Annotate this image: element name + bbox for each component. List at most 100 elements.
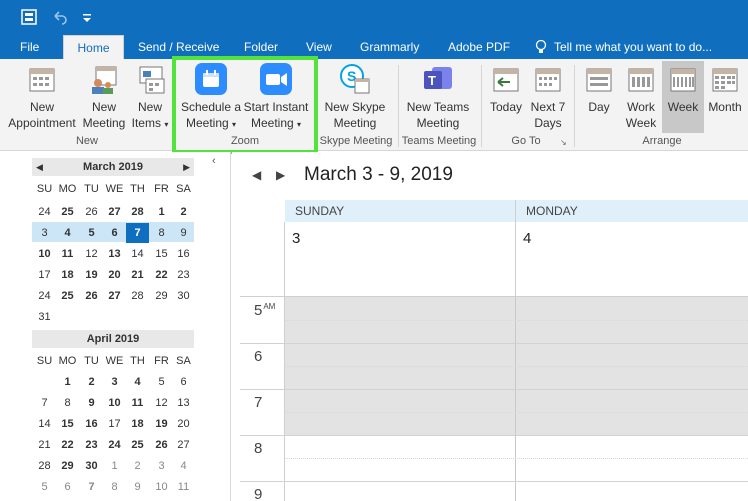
new-items-button[interactable]: New Items ▾ bbox=[128, 63, 172, 133]
april-day[interactable]: 7 bbox=[80, 477, 103, 497]
april-day[interactable]: 10 bbox=[103, 393, 126, 413]
april-day[interactable]: 9 bbox=[126, 477, 149, 497]
time-slot-workhours[interactable] bbox=[285, 435, 748, 501]
april-day[interactable]: 5 bbox=[150, 372, 173, 392]
today-button[interactable]: Today bbox=[486, 63, 526, 115]
april-day[interactable]: 6 bbox=[56, 477, 79, 497]
april-day[interactable]: 14 bbox=[33, 414, 56, 434]
march-day[interactable]: 8 bbox=[150, 223, 173, 243]
march-day[interactable]: 6 bbox=[103, 223, 126, 243]
next-month-icon[interactable]: ▶ bbox=[183, 158, 190, 176]
march-day[interactable]: 12 bbox=[80, 244, 103, 264]
march-day[interactable]: 3 bbox=[33, 223, 56, 243]
march-day[interactable]: 19 bbox=[80, 265, 103, 285]
april-day[interactable]: 18 bbox=[126, 414, 149, 434]
april-day[interactable]: 3 bbox=[150, 456, 173, 476]
next-7-days-button[interactable]: Next 7 Days bbox=[528, 63, 568, 131]
march-day[interactable]: 30 bbox=[172, 286, 195, 306]
march-day[interactable]: 27 bbox=[103, 202, 126, 222]
march-day[interactable]: 16 bbox=[172, 244, 195, 264]
march-day[interactable]: 20 bbox=[103, 265, 126, 285]
march-day[interactable]: 24 bbox=[33, 286, 56, 306]
prev-week-icon[interactable]: ◀ bbox=[252, 168, 261, 182]
april-day[interactable]: 4 bbox=[172, 456, 195, 476]
april-day[interactable]: 6 bbox=[172, 372, 195, 392]
march-day[interactable]: 25 bbox=[56, 202, 79, 222]
day-number-monday[interactable]: 4 bbox=[523, 230, 531, 247]
march-day[interactable]: 9 bbox=[172, 223, 195, 243]
april-day[interactable]: 4 bbox=[126, 372, 149, 392]
march-day[interactable]: 29 bbox=[150, 286, 173, 306]
tab-adobe-pdf[interactable]: Adobe PDF bbox=[448, 35, 510, 59]
march-day[interactable]: 11 bbox=[56, 244, 79, 264]
day-header-sunday[interactable]: SUNDAY bbox=[285, 200, 515, 222]
work-week-button[interactable]: Work Week bbox=[620, 63, 662, 131]
april-day[interactable]: 30 bbox=[80, 456, 103, 476]
april-day[interactable]: 8 bbox=[56, 393, 79, 413]
tab-file[interactable]: File bbox=[20, 35, 39, 59]
march-day[interactable]: 26 bbox=[80, 202, 103, 222]
march-day[interactable]: 24 bbox=[33, 202, 56, 222]
april-day[interactable]: 7 bbox=[33, 393, 56, 413]
new-meeting-button[interactable]: New Meeting bbox=[82, 63, 126, 131]
march-day[interactable]: 15 bbox=[150, 244, 173, 264]
march-day[interactable]: 31 bbox=[33, 307, 56, 327]
month-view-button[interactable]: Month bbox=[704, 63, 746, 115]
april-day[interactable]: 13 bbox=[172, 393, 195, 413]
april-day[interactable]: 16 bbox=[80, 414, 103, 434]
april-day[interactable]: 17 bbox=[103, 414, 126, 434]
collapse-pane-icon[interactable]: ‹ bbox=[212, 155, 216, 167]
march-day[interactable]: 7 bbox=[126, 223, 149, 243]
april-day[interactable]: 2 bbox=[126, 456, 149, 476]
undo-icon[interactable] bbox=[50, 8, 68, 26]
april-day[interactable]: 24 bbox=[103, 435, 126, 455]
march-day[interactable]: 14 bbox=[126, 244, 149, 264]
march-day[interactable]: 28 bbox=[126, 286, 149, 306]
march-day[interactable]: 28 bbox=[126, 202, 149, 222]
april-day[interactable]: 3 bbox=[103, 372, 126, 392]
next-week-icon[interactable]: ▶ bbox=[276, 168, 285, 182]
april-day[interactable]: 2 bbox=[80, 372, 103, 392]
march-day[interactable]: 25 bbox=[56, 286, 79, 306]
april-day[interactable]: 11 bbox=[126, 393, 149, 413]
march-day[interactable]: 1 bbox=[150, 202, 173, 222]
new-appointment-button[interactable]: New Appointment bbox=[4, 63, 80, 131]
march-day[interactable]: 13 bbox=[103, 244, 126, 264]
day-number-sunday[interactable]: 3 bbox=[292, 230, 300, 247]
march-day[interactable]: 5 bbox=[80, 223, 103, 243]
march-day[interactable]: 2 bbox=[172, 202, 195, 222]
prev-month-icon[interactable]: ◀ bbox=[36, 158, 43, 176]
april-day[interactable]: 11 bbox=[172, 477, 195, 497]
april-day[interactable]: 27 bbox=[172, 435, 195, 455]
april-day[interactable]: 21 bbox=[33, 435, 56, 455]
march-day[interactable]: 23 bbox=[172, 265, 195, 285]
day-view-button[interactable]: Day bbox=[580, 63, 618, 115]
april-day[interactable]: 5 bbox=[33, 477, 56, 497]
april-day[interactable]: 10 bbox=[150, 477, 173, 497]
new-teams-meeting-button[interactable]: T New Teams Meeting bbox=[402, 63, 474, 131]
new-skype-meeting-button[interactable]: S New Skype Meeting bbox=[322, 63, 388, 131]
march-day[interactable]: 18 bbox=[56, 265, 79, 285]
april-day[interactable]: 25 bbox=[126, 435, 149, 455]
april-day[interactable]: 26 bbox=[150, 435, 173, 455]
march-day[interactable]: 10 bbox=[33, 244, 56, 264]
april-day[interactable]: 22 bbox=[56, 435, 79, 455]
march-day[interactable]: 21 bbox=[126, 265, 149, 285]
april-day[interactable]: 1 bbox=[56, 372, 79, 392]
april-day[interactable]: 1 bbox=[103, 456, 126, 476]
april-day[interactable]: 12 bbox=[150, 393, 173, 413]
april-day[interactable]: 23 bbox=[80, 435, 103, 455]
april-day[interactable]: 29 bbox=[56, 456, 79, 476]
tell-me-search[interactable]: Tell me what you want to do... bbox=[554, 35, 712, 59]
april-day[interactable]: 9 bbox=[80, 393, 103, 413]
march-day[interactable]: 22 bbox=[150, 265, 173, 285]
tab-grammarly[interactable]: Grammarly bbox=[360, 35, 419, 59]
week-view-button[interactable]: Week bbox=[662, 61, 704, 133]
april-day[interactable]: 15 bbox=[56, 414, 79, 434]
april-day[interactable]: 8 bbox=[103, 477, 126, 497]
march-day[interactable]: 4 bbox=[56, 223, 79, 243]
dialog-launcher-icon[interactable]: ↘ bbox=[560, 138, 567, 147]
march-day[interactable]: 17 bbox=[33, 265, 56, 285]
app-menu-icon[interactable] bbox=[20, 8, 38, 26]
day-header-monday[interactable]: MONDAY bbox=[516, 200, 748, 222]
